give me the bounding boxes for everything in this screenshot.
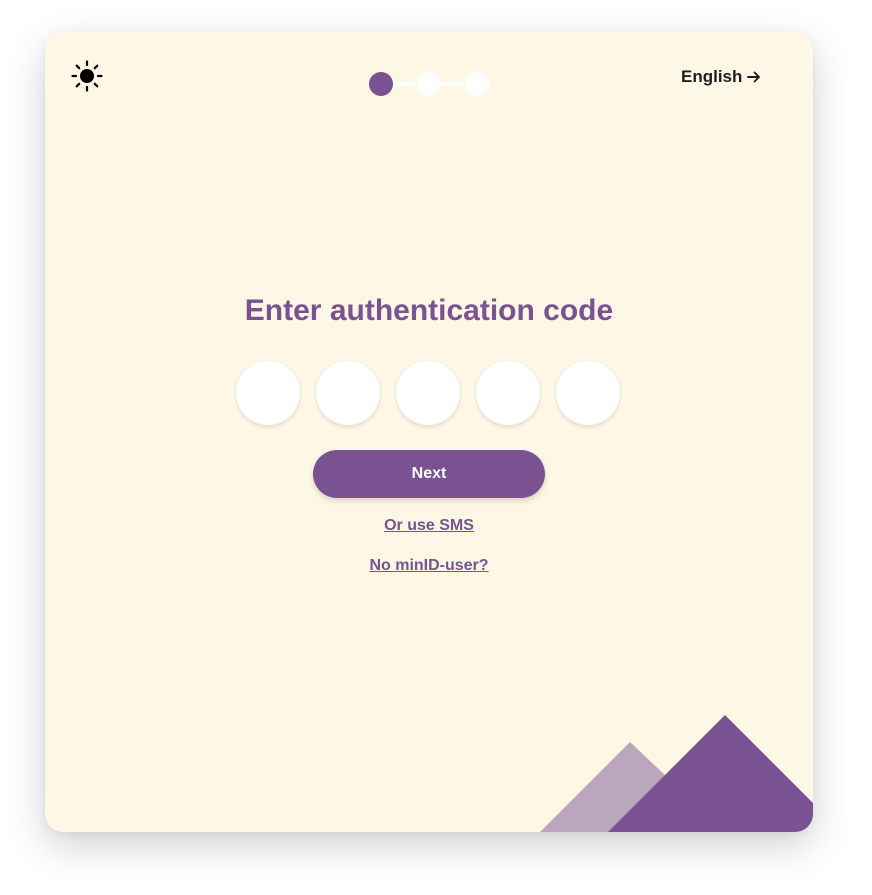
code-digit-4-input[interactable] — [476, 361, 540, 425]
code-digit-2-input[interactable] — [316, 361, 380, 425]
auth-code-inputs — [236, 361, 622, 427]
code-digit-1-input[interactable] — [236, 361, 300, 425]
login-card: English Enter authentication code Next O… — [45, 32, 813, 832]
page-title: Enter authentication code — [244, 294, 614, 327]
mountains-illustration — [540, 715, 813, 832]
mountain-back — [540, 742, 725, 832]
code-digit-5-input[interactable] — [556, 361, 620, 425]
theme-toggle-button[interactable] — [71, 60, 103, 92]
arrow-right-icon — [747, 71, 761, 83]
step-progress-indicator — [367, 70, 491, 98]
no-minid-user-link[interactable]: No minID-user? — [45, 557, 813, 575]
progress-step-3 — [465, 72, 489, 96]
sun-icon — [71, 60, 103, 92]
progress-step-1 — [369, 72, 393, 96]
progress-step-2 — [417, 72, 441, 96]
language-selector-button[interactable]: English — [679, 64, 764, 90]
language-label: English — [681, 67, 743, 86]
mountain-front — [608, 715, 813, 832]
next-button[interactable]: Next — [313, 450, 545, 498]
use-sms-link[interactable]: Or use SMS — [45, 517, 813, 535]
code-digit-3-input[interactable] — [396, 361, 460, 425]
